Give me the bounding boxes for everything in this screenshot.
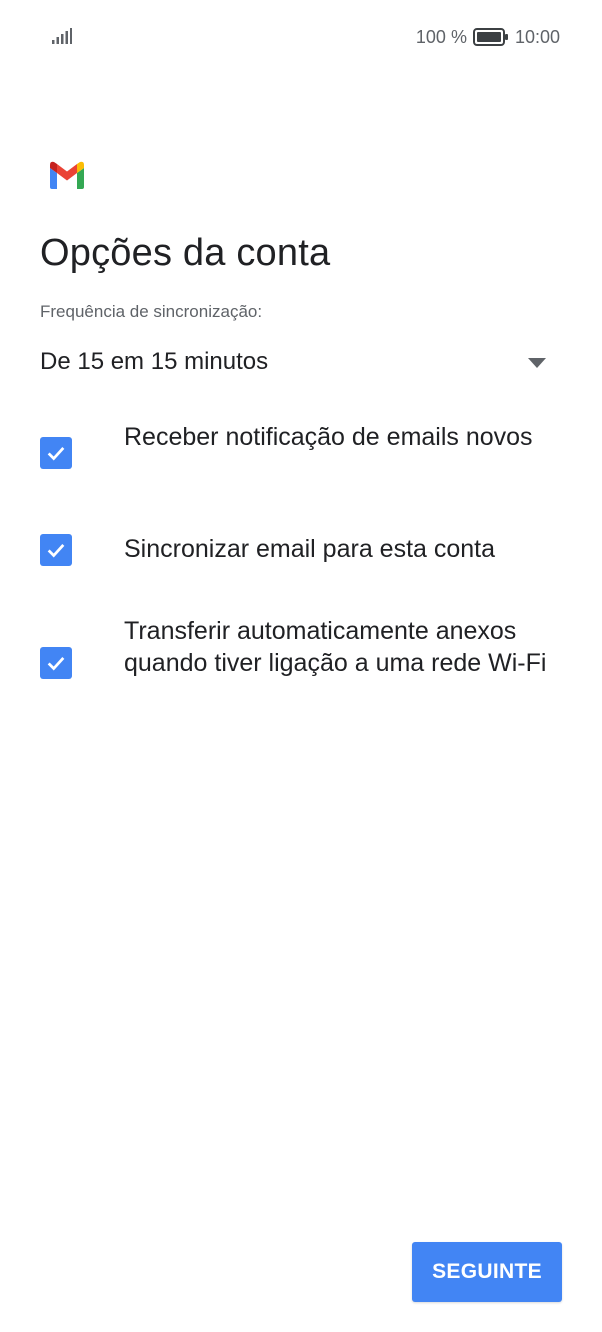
new-email-notification-checkbox[interactable]: [40, 437, 72, 469]
gmail-logo-icon: [50, 161, 84, 189]
status-right: 100 % 10:00: [416, 24, 560, 50]
option-sync-email[interactable]: Sincronizar email para esta conta: [40, 532, 562, 568]
checkmark-icon: [47, 447, 65, 461]
option-auto-download-attachments[interactable]: Transferir automaticamente anexos quando…: [40, 614, 562, 712]
signal-bars-icon: [52, 28, 72, 44]
new-email-notification-label: Receber notificação de emails novos: [124, 423, 533, 451]
page-title: Opções da conta: [40, 232, 331, 274]
next-button[interactable]: SEGUINTE: [412, 1242, 562, 1302]
sync-frequency-label: Frequência de sincronização:: [40, 302, 263, 321]
battery-full-icon: [472, 28, 508, 46]
sync-email-checkbox[interactable]: [40, 534, 72, 566]
dropdown-arrow-icon: [528, 358, 546, 368]
sync-email-label: Sincronizar email para esta conta: [124, 535, 496, 563]
status-bar: 100 % 10:00: [0, 0, 602, 72]
sync-frequency-value: De 15 em 15 minutos: [40, 348, 269, 375]
status-time: 10:00: [514, 26, 560, 47]
auto-download-attachments-label: Transferir automaticamente anexos quando…: [124, 617, 547, 677]
battery-percent: 100 %: [415, 26, 467, 47]
checkmark-icon: [47, 544, 65, 558]
option-new-email-notification[interactable]: Receber notificação de emails novos: [40, 420, 562, 486]
sync-frequency-dropdown[interactable]: De 15 em 15 minutos: [40, 340, 562, 386]
auto-download-attachments-checkbox[interactable]: [40, 647, 72, 679]
checkmark-icon: [47, 657, 65, 671]
